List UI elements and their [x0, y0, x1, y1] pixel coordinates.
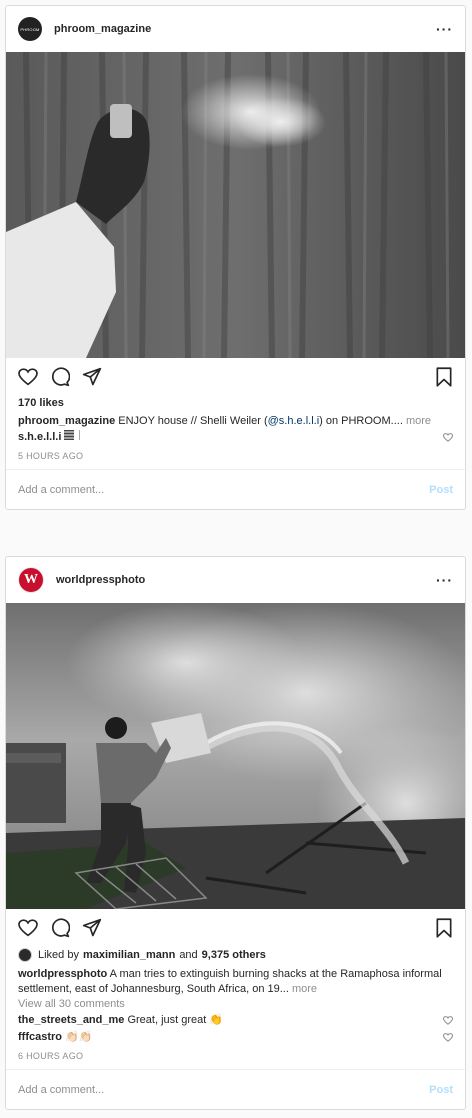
- comment-input[interactable]: Add a comment...: [18, 484, 429, 496]
- comment-like-icon[interactable]: [443, 1033, 453, 1042]
- fire-settlement-photo: [6, 603, 465, 909]
- comment-text: [64, 430, 81, 443]
- timestamp[interactable]: 5 HOURS AGO: [6, 448, 465, 464]
- caption: worldpressphoto A man tries to extinguis…: [6, 963, 465, 997]
- comment-like-icon[interactable]: [443, 1016, 453, 1025]
- comment-text: 👏🏻👏🏻: [62, 1031, 93, 1043]
- liked-by-prefix: Liked by: [38, 949, 79, 961]
- avatar[interactable]: PHROOM: [18, 17, 42, 41]
- post-card: W worldpressphoto ··· Liked by maximilia…: [5, 556, 466, 1110]
- avatar[interactable]: W: [18, 567, 44, 593]
- post-photo[interactable]: [6, 603, 465, 909]
- heart-icon[interactable]: [18, 919, 38, 937]
- bookmark-icon[interactable]: [435, 918, 453, 938]
- bookmark-icon[interactable]: [435, 367, 453, 387]
- avatar-logo-letter: W: [24, 572, 38, 587]
- timestamp[interactable]: 6 HOURS AGO: [6, 1048, 465, 1064]
- liker-avatar[interactable]: [18, 948, 32, 962]
- caption-text-end: ) on PHROOM....: [319, 415, 403, 427]
- post-comment-button[interactable]: Post: [429, 1084, 453, 1096]
- share-icon[interactable]: [82, 918, 102, 938]
- comment-username[interactable]: fffcastro: [18, 1031, 62, 1043]
- liked-others[interactable]: 9,375 others: [202, 947, 266, 963]
- comment-username[interactable]: s.h.e.l.l.i: [18, 431, 61, 443]
- caption-mention[interactable]: @s.h.e.l.l.i: [268, 415, 320, 427]
- avatar-logo-text: PHROOM: [20, 26, 40, 32]
- post-photo[interactable]: [6, 52, 465, 358]
- liked-by: Liked by maximilian_mann and 9,375 other…: [6, 947, 465, 963]
- comment-text: Great, just great 👏: [124, 1014, 224, 1026]
- comment-row: fffcastro 👏🏻👏🏻: [6, 1029, 465, 1046]
- barcode-emoji-icon-2: [78, 430, 80, 440]
- liked-by-and: and: [179, 949, 198, 961]
- post-card: PHROOM phroom_magazine ··· 170 likes phr…: [5, 5, 466, 510]
- more-dots-icon[interactable]: ···: [436, 22, 453, 36]
- add-comment-bar: Add a comment... Post: [6, 469, 465, 509]
- action-bar: [6, 358, 465, 396]
- more-link[interactable]: more: [289, 983, 317, 995]
- comment-icon[interactable]: [50, 367, 70, 387]
- add-comment-bar: Add a comment... Post: [6, 1069, 465, 1109]
- heart-icon[interactable]: [18, 368, 38, 386]
- caption-username[interactable]: worldpressphoto: [18, 968, 107, 980]
- comment-icon[interactable]: [50, 918, 70, 938]
- caption: phroom_magazine ENJOY house // Shelli We…: [6, 410, 465, 429]
- comment-input[interactable]: Add a comment...: [18, 1084, 429, 1096]
- curtain-spray-photo: [6, 52, 465, 358]
- comment-like-icon[interactable]: [443, 433, 453, 442]
- more-dots-icon[interactable]: ···: [436, 573, 453, 587]
- liker-username[interactable]: maximilian_mann: [83, 947, 175, 963]
- caption-text: ENJOY house // Shelli Weiler (: [115, 415, 268, 427]
- comment-row: the_streets_and_me Great, just great 👏: [6, 1012, 465, 1029]
- barcode-emoji-icon: [64, 430, 75, 440]
- comment-username[interactable]: the_streets_and_me: [18, 1014, 124, 1026]
- post-header: W worldpressphoto ···: [6, 557, 465, 603]
- post-comment-button[interactable]: Post: [429, 484, 453, 496]
- like-count[interactable]: 170 likes: [6, 396, 465, 410]
- view-all-comments-link[interactable]: View all 30 comments: [6, 997, 465, 1012]
- comment-row: s.h.e.l.l.i: [6, 429, 465, 446]
- action-bar: [6, 909, 465, 947]
- post-header: PHROOM phroom_magazine ···: [6, 6, 465, 52]
- more-link[interactable]: more: [403, 415, 431, 427]
- caption-username[interactable]: phroom_magazine: [18, 415, 115, 427]
- post-username[interactable]: phroom_magazine: [54, 23, 436, 35]
- share-icon[interactable]: [82, 367, 102, 387]
- post-username[interactable]: worldpressphoto: [56, 574, 436, 586]
